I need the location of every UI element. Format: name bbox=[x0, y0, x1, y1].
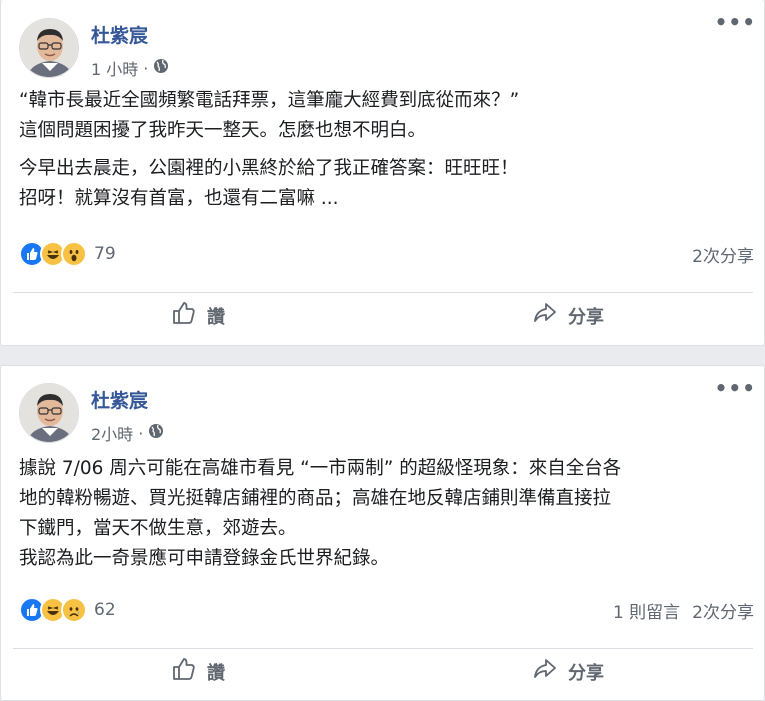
post-header: 杜紫宸 2小時 · bbox=[19, 383, 739, 445]
meta-separator: · bbox=[143, 58, 149, 78]
post-header: 杜紫宸 1 小時 · bbox=[19, 18, 739, 80]
like-button[interactable]: 讚 bbox=[13, 649, 383, 694]
reactions-summary[interactable]: 79 bbox=[19, 241, 116, 267]
share-button[interactable]: 分享 bbox=[383, 649, 753, 694]
text-line: 我認為此一奇景應可申請登錄金氏世界紀錄。 bbox=[19, 548, 390, 569]
avatar[interactable] bbox=[19, 383, 79, 443]
thumbs-up-outline-icon bbox=[171, 656, 197, 687]
reaction-count: 79 bbox=[94, 244, 116, 264]
post-time[interactable]: 2小時 bbox=[91, 421, 133, 445]
text-line: 今早出去晨走，公園裡的小黑終於給了我正確答案：旺旺旺！ bbox=[19, 158, 519, 179]
more-options-icon[interactable]: ••• bbox=[715, 376, 756, 400]
post-time[interactable]: 1 小時 bbox=[91, 56, 138, 80]
share-button[interactable]: 分享 bbox=[383, 293, 753, 338]
globe-icon[interactable] bbox=[148, 423, 164, 443]
share-count[interactable]: 2次分享 bbox=[692, 242, 754, 267]
engagement-counts: 1 則留言 2次分享 bbox=[613, 598, 754, 623]
post-card: 杜紫宸 2小時 · ••• 據說 7/06 周六可能在高雄市看見 “一市兩制” … bbox=[0, 365, 765, 701]
post-stats: 62 1 則留言 2次分享 bbox=[19, 595, 754, 625]
post-stats: 79 2次分享 bbox=[19, 239, 754, 269]
thumbs-up-outline-icon bbox=[171, 300, 197, 331]
meta-separator: · bbox=[138, 423, 144, 443]
share-arrow-icon bbox=[532, 300, 558, 331]
text-line: 地的韓粉暢遊、買光挺韓店鋪裡的商品；高雄在地反韓店鋪則準備直接拉 bbox=[19, 488, 612, 509]
text-line: “韓市長最近全國頻繁電話拜票，這筆龐大經費到底從而來？” bbox=[19, 90, 520, 111]
post-actions: 讚 分享 bbox=[13, 648, 753, 694]
more-options-icon[interactable]: ••• bbox=[715, 10, 756, 34]
post-card: 杜紫宸 1 小時 · ••• “韓市長最近全國頻繁電話拜票，這筆龐大經費到底從而… bbox=[0, 0, 765, 346]
share-arrow-icon bbox=[532, 656, 558, 687]
comment-count[interactable]: 1 則留言 bbox=[613, 598, 680, 623]
share-label: 分享 bbox=[568, 662, 604, 684]
text-line: 這個問題困擾了我昨天一整天。怎麼也想不明白。 bbox=[19, 120, 427, 141]
text-line: 招呀！就算沒有首富，也還有二富嘛 ... bbox=[19, 188, 339, 209]
wow-reaction-icon bbox=[61, 241, 87, 267]
author-name[interactable]: 杜紫宸 bbox=[91, 386, 148, 413]
post-meta: 1 小時 · bbox=[91, 56, 169, 80]
like-label: 讚 bbox=[207, 662, 225, 684]
globe-icon[interactable] bbox=[153, 58, 169, 78]
sad-reaction-icon bbox=[61, 597, 87, 623]
reactions-summary[interactable]: 62 bbox=[19, 597, 116, 623]
author-name[interactable]: 杜紫宸 bbox=[91, 21, 148, 48]
share-count[interactable]: 2次分享 bbox=[692, 598, 754, 623]
post-paragraph: “韓市長最近全國頻繁電話拜票，這筆龐大經費到底從而來？” 這個問題困擾了我昨天一… bbox=[19, 86, 749, 146]
reaction-count: 62 bbox=[94, 600, 116, 620]
share-label: 分享 bbox=[568, 306, 604, 328]
post-text: 據說 7/06 周六可能在高雄市看見 “一市兩制” 的超級怪現象：來自全台各 地… bbox=[19, 454, 749, 574]
post-paragraph: 今早出去晨走，公園裡的小黑終於給了我正確答案：旺旺旺！ 招呀！就算沒有首富，也還… bbox=[19, 154, 749, 214]
engagement-counts: 2次分享 bbox=[692, 242, 754, 267]
like-button[interactable]: 讚 bbox=[13, 293, 383, 338]
like-label: 讚 bbox=[207, 306, 225, 328]
post-meta: 2小時 · bbox=[91, 421, 164, 445]
text-line: 據說 7/06 周六可能在高雄市看見 “一市兩制” 的超級怪現象：來自全台各 bbox=[19, 458, 622, 479]
avatar[interactable] bbox=[19, 18, 79, 78]
post-text: “韓市長最近全國頻繁電話拜票，這筆龐大經費到底從而來？” 這個問題困擾了我昨天一… bbox=[19, 86, 749, 222]
text-line: 下鐵門，當天不做生意，郊遊去。 bbox=[19, 518, 297, 539]
post-actions: 讚 分享 bbox=[13, 292, 753, 338]
